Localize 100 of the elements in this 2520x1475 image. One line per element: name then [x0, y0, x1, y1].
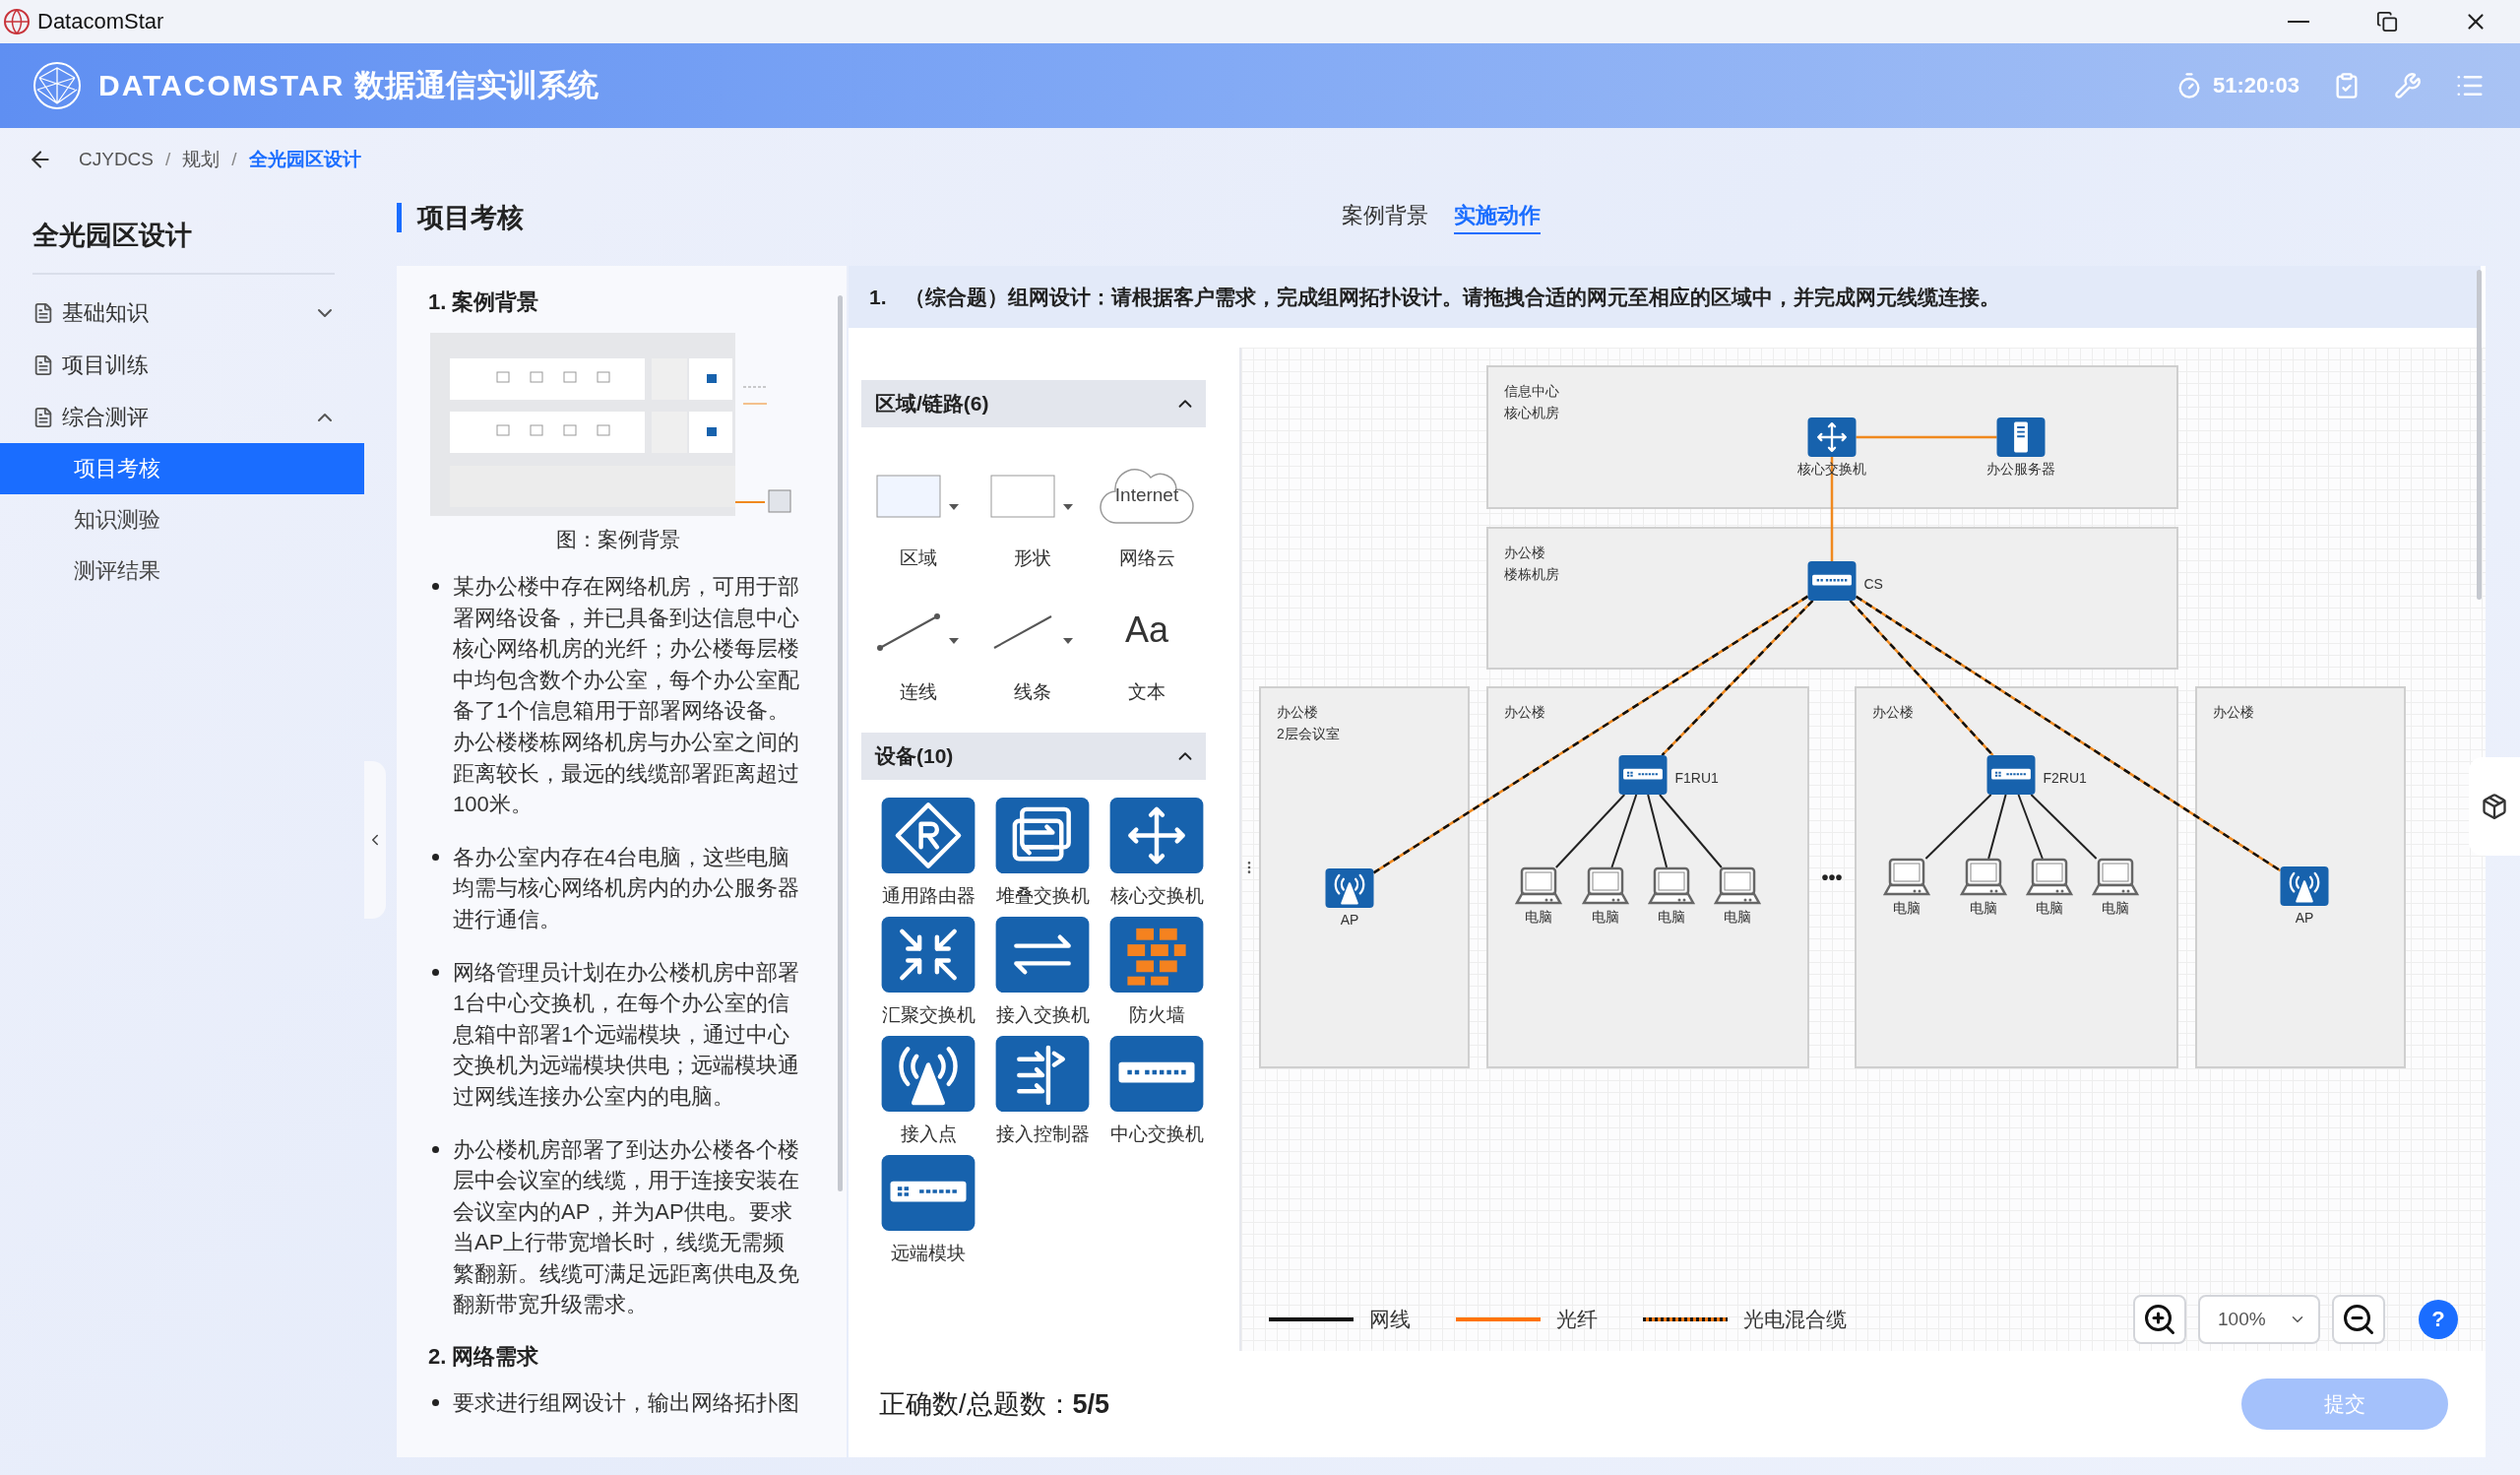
help-button[interactable]: ?	[2419, 1300, 2458, 1339]
brand-name: DATACOMSTAR	[98, 69, 346, 102]
bullet-dot	[432, 1399, 439, 1407]
stacked-switch-icon	[995, 798, 1090, 873]
question-text: （综合题）组网设计：请根据客户需求，完成组网拓扑设计。请拖拽合适的网元至相应的区域中，并完成网元线缆连接。	[904, 284, 2000, 310]
laptop-icon	[1647, 866, 1696, 905]
menu-item[interactable]: 基础知识	[62, 297, 305, 328]
zoom-out-button[interactable]	[2332, 1295, 2385, 1344]
palette-item-label[interactable]: 中心交换机	[1109, 1122, 1204, 1147]
submenu-item[interactable]: 测评结果	[0, 545, 364, 597]
antenna-icon	[2280, 866, 2329, 906]
scrollbar[interactable]	[2477, 270, 2482, 600]
palette-item-label[interactable]: 堆叠交换机	[995, 883, 1090, 909]
node-label: 电脑	[1970, 900, 1997, 916]
breadcrumb-link[interactable]: 全光园区设计	[248, 146, 361, 172]
node-label: AP	[1340, 912, 1359, 928]
node-label: 电脑	[1525, 909, 1552, 925]
node-label: F1RU1	[1674, 770, 1719, 786]
zone-label: 办公楼	[2213, 704, 2254, 720]
document-icon	[32, 406, 54, 428]
tab[interactable]: 实施动作	[1454, 200, 1541, 234]
menu-item[interactable]: 项目训练	[62, 350, 337, 380]
remote-module-icon	[881, 1155, 976, 1231]
zone-label: 2层会议室	[1277, 726, 1340, 741]
palette-section-title: 区域/链路(6)	[875, 391, 989, 417]
zone-label: 办公楼	[1872, 704, 1914, 720]
case-heading: 1. 案例背景	[428, 289, 540, 316]
zone-label: 办公楼	[1504, 545, 1545, 560]
cloud-label: Internet	[1114, 484, 1179, 506]
zoom-select[interactable]: 100%	[2198, 1295, 2320, 1344]
zone-label: 办公楼	[1277, 704, 1318, 720]
case-heading: 2. 网络需求	[428, 1343, 540, 1372]
menu-item[interactable]: 综合测评	[62, 402, 305, 432]
server-icon	[1996, 417, 2046, 457]
palette-item-label[interactable]: 形状	[1014, 545, 1051, 571]
sidebar-title: 全光园区设计	[32, 218, 335, 275]
globe-logo-icon	[32, 60, 83, 111]
document-icon	[32, 301, 54, 324]
palette-item-label[interactable]: 网络云	[1118, 545, 1175, 571]
palette-section-header[interactable]: 设备(10)	[861, 733, 1206, 780]
legend-label: 光电混合缆	[1743, 1307, 1847, 1332]
bullet-dot	[432, 968, 439, 976]
section-title: 项目考核	[397, 202, 1342, 232]
toolbox-button[interactable]	[2469, 757, 2520, 856]
palette-item-label[interactable]: 汇聚交换机	[881, 1002, 976, 1028]
breadcrumb-separator: /	[231, 148, 237, 170]
bullet-text: 某办公楼中存在网络机房，可用于部署网络设备，并已具备到达信息中心核心网络机房的光纤；办公楼每层楼中均包含数个办公室，每个办公室配备了1个信息箱用于部署网络设备。办公楼楼栋网络机房与办公室之间的距离较长，最远的线缆部署距离超过100米。	[453, 573, 800, 819]
laptop-icon	[2025, 858, 2074, 896]
palette-item-label[interactable]: 通用路由器	[881, 883, 976, 909]
bullet-text: 各办公室内存在4台电脑，这些电脑均需与核心网络机房内的办公服务器进行通信。	[453, 843, 800, 933]
antenna-icon	[1325, 868, 1374, 908]
four-arrows-icon	[1109, 798, 1204, 873]
submenu-item[interactable]: 知识测验	[0, 494, 364, 545]
question-number: 1.	[869, 285, 887, 309]
app-title: 数据通信实训系统	[354, 67, 599, 104]
node-label: F2RU1	[2043, 770, 2087, 786]
minimize-icon	[2288, 21, 2309, 23]
node-label: CS	[1863, 576, 1883, 592]
palette-item-label[interactable]: 文本	[1128, 679, 1166, 705]
bullet-text: 办公楼机房部署了到达办公楼各个楼层中会议室的线缆，用于连接安装在会议室内的AP，并为AP供电。要求当AP上行带宽增长时，线缆无需频繁翻新。线缆可满足远距离供电及免翻新带宽升级需求。	[453, 1135, 800, 1319]
breadcrumb-link[interactable]: CJYDCS	[79, 148, 154, 170]
palette-item-label[interactable]: 区域	[900, 545, 937, 571]
palette-item-label[interactable]: 接入交换机	[995, 1002, 1090, 1028]
node-label: 电脑	[1592, 909, 1619, 925]
zoom-in-icon	[2142, 1302, 2177, 1337]
ellipsis-text: •••	[1821, 866, 1843, 888]
palette-item-label[interactable]: 远端模块	[891, 1241, 966, 1266]
bullet-text: 要求进行组网设计，输出网络拓扑图	[453, 1389, 800, 1418]
palette-item-label[interactable]: 接入控制器	[995, 1122, 1090, 1147]
score-text: 正确数/总题数：5/5	[879, 1388, 1110, 1421]
arrows-bar-icon	[995, 1036, 1090, 1112]
palette-item-label[interactable]: 连线	[900, 679, 937, 705]
figure-caption: 图：案例背景	[554, 527, 681, 552]
node-label: 电脑	[1658, 909, 1685, 925]
window-title: DatacomStar	[37, 9, 164, 34]
legend-label: 网线	[1369, 1307, 1411, 1332]
scrollbar[interactable]	[838, 295, 843, 1191]
laptop-icon	[1713, 866, 1762, 905]
bullet-dot	[432, 1145, 439, 1153]
zone-label: 办公楼	[1504, 704, 1545, 720]
submenu-item[interactable]: 项目考核	[0, 443, 364, 494]
zone-label: 核心机房	[1504, 405, 1559, 420]
laptop-icon	[1959, 858, 2008, 896]
tab[interactable]: 案例背景	[1342, 200, 1428, 234]
palette-section-header[interactable]: 区域/链路(6)	[861, 380, 1206, 427]
palette-item-label[interactable]: 防火墙	[1128, 1002, 1185, 1028]
inward-arrows-icon	[881, 917, 976, 993]
node-label: AP	[2295, 910, 2314, 926]
palette-item-label[interactable]: 接入点	[900, 1122, 957, 1147]
remote-module-icon	[1618, 755, 1668, 795]
node-label: 办公服务器	[1986, 461, 2055, 477]
laptop-icon	[1882, 858, 1931, 896]
palette-item-label[interactable]: 核心交换机	[1109, 883, 1204, 909]
bullet-dot	[432, 853, 439, 861]
breadcrumb-link[interactable]: 规划	[182, 146, 220, 172]
router-icon	[881, 798, 976, 873]
palette-item-label[interactable]: 线条	[1014, 679, 1051, 705]
zoom-in-button[interactable]	[2133, 1295, 2186, 1344]
node-label: 电脑	[2102, 900, 2129, 916]
laptop-icon	[1581, 866, 1630, 905]
